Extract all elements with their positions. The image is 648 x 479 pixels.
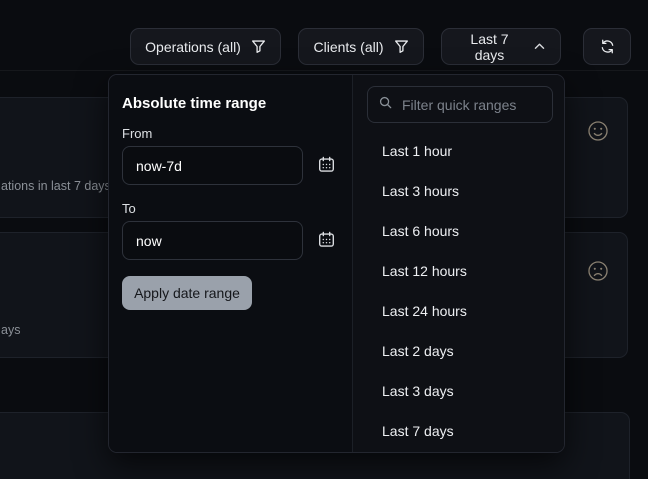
from-field (122, 146, 303, 185)
from-calendar-button[interactable] (313, 153, 339, 179)
calendar-icon (318, 156, 335, 176)
smiley-face-icon (587, 120, 609, 142)
calendar-icon (318, 231, 335, 251)
app-window: Operations (all) Clients (all) Last 7 da… (0, 0, 648, 479)
clients-filter-label: Clients (all) (313, 39, 383, 55)
stat-card-label: ays (1, 323, 20, 337)
quick-range-option-last-3-hours[interactable]: Last 3 hours (353, 171, 564, 211)
refresh-button[interactable] (583, 28, 631, 65)
search-icon (379, 96, 392, 114)
quick-range-option-last-7-days[interactable]: Last 7 days (353, 411, 564, 451)
from-input[interactable] (123, 158, 302, 174)
quick-range-option-last-12-hours[interactable]: Last 12 hours (353, 251, 564, 291)
time-range-button[interactable]: Last 7 days (441, 28, 561, 65)
operations-filter-button[interactable]: Operations (all) (130, 28, 281, 65)
quick-ranges-filter-input[interactable] (400, 96, 541, 114)
to-calendar-button[interactable] (313, 228, 339, 254)
frowny-face-icon (587, 260, 609, 282)
to-field (122, 221, 303, 260)
operations-filter-label: Operations (all) (145, 39, 241, 55)
quick-range-option-last-2-days[interactable]: Last 2 days (353, 331, 564, 371)
apply-date-range-button[interactable]: Apply date range (122, 276, 252, 310)
stat-card-label: ations in last 7 days (1, 179, 111, 193)
quick-range-option-last-6-hours[interactable]: Last 6 hours (353, 211, 564, 251)
quick-range-option-last-24-hours[interactable]: Last 24 hours (353, 291, 564, 331)
panel-title: Absolute time range (122, 95, 266, 112)
quick-ranges-search (367, 86, 553, 123)
refresh-icon (599, 38, 616, 55)
chevron-up-icon (533, 40, 546, 53)
quick-ranges-list: Last 1 hour Last 3 hours Last 6 hours La… (353, 131, 564, 451)
time-range-label: Last 7 days (456, 31, 523, 63)
to-input[interactable] (123, 233, 302, 249)
absolute-time-range-section: Absolute time range From (109, 75, 352, 452)
quick-ranges-section: Last 1 hour Last 3 hours Last 6 hours La… (352, 75, 564, 452)
funnel-icon (251, 39, 266, 54)
quick-range-option-last-3-days[interactable]: Last 3 days (353, 371, 564, 411)
to-label: To (122, 201, 136, 216)
funnel-icon (394, 39, 409, 54)
quick-range-option-last-1-hour[interactable]: Last 1 hour (353, 131, 564, 171)
header-divider (0, 70, 648, 71)
clients-filter-button[interactable]: Clients (all) (298, 28, 424, 65)
time-range-picker-panel: Absolute time range From (108, 74, 565, 453)
from-label: From (122, 126, 152, 141)
